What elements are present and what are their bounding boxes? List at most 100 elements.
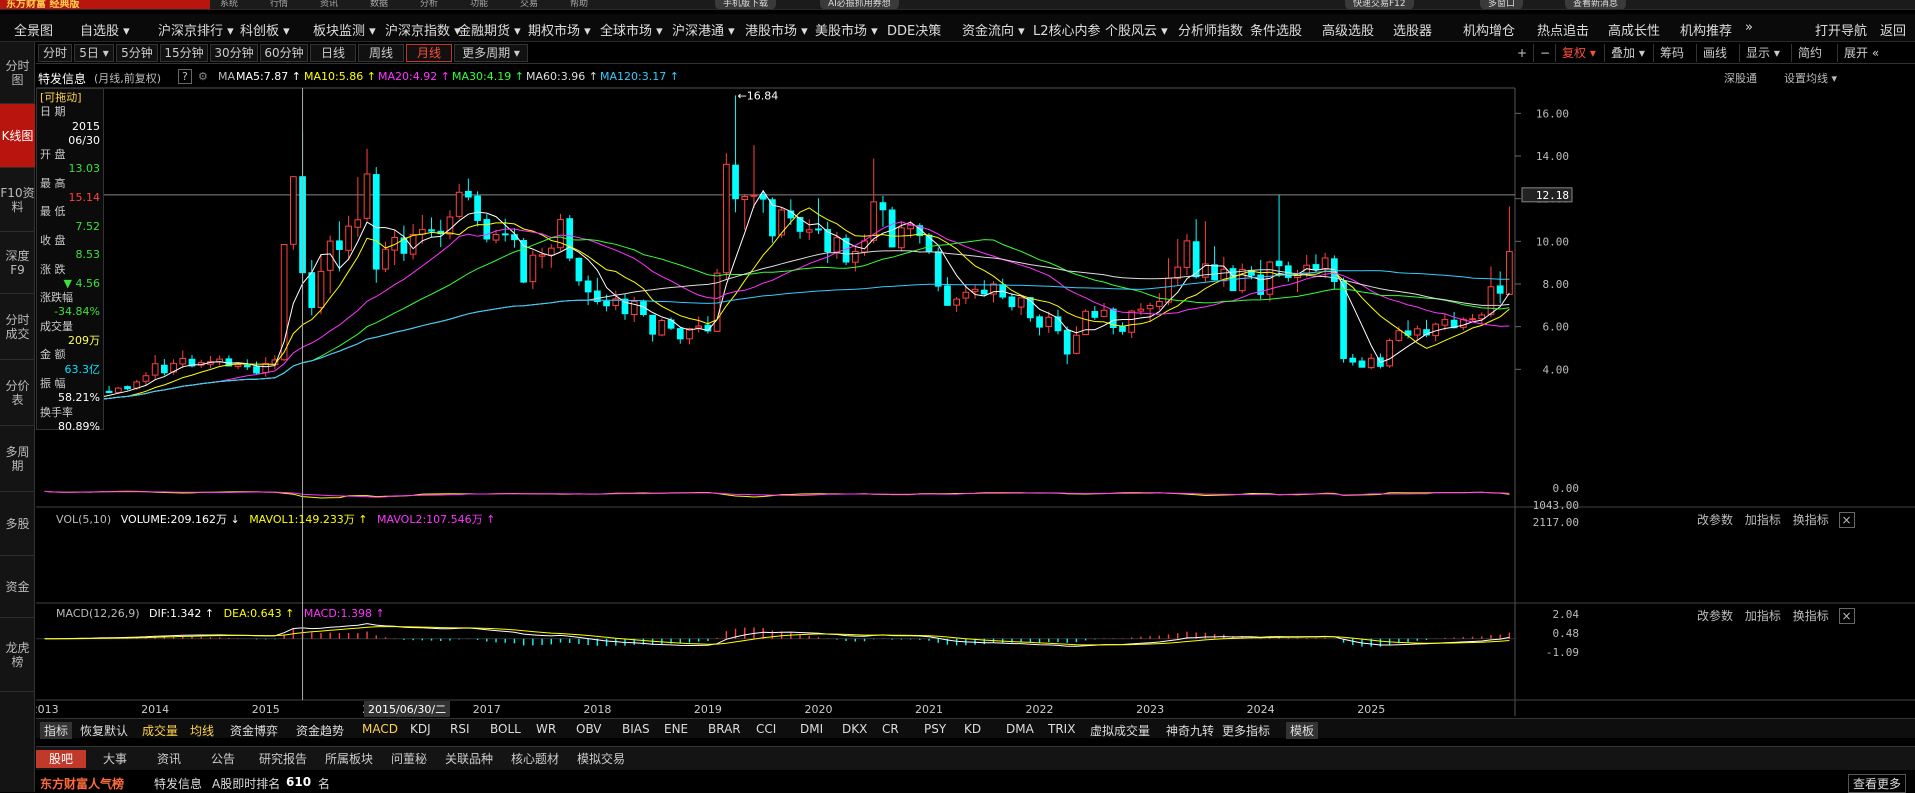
- vol-add-indicator[interactable]: 加指标: [1745, 513, 1781, 527]
- draw-line-button[interactable]: 画线: [1696, 44, 1727, 62]
- nav-analyst-index[interactable]: 分析师指数: [1178, 20, 1243, 39]
- nav-hotspot[interactable]: 热点追击: [1537, 20, 1589, 39]
- nav-open-navigation[interactable]: 打开导航: [1815, 20, 1867, 39]
- indicator-10[interactable]: WR: [536, 722, 556, 736]
- macd-edit-params[interactable]: 改参数: [1697, 609, 1733, 623]
- menu-news[interactable]: 资讯: [320, 0, 338, 9]
- bottom-tab-7[interactable]: 关联品种: [438, 750, 500, 768]
- side-tab-depth[interactable]: 深度F9: [0, 232, 35, 294]
- chips-button[interactable]: 筹码: [1653, 44, 1684, 62]
- menu-help[interactable]: 帮助: [570, 0, 588, 9]
- help-icon[interactable]: ?: [178, 69, 192, 84]
- close-icon[interactable]: ×: [1838, 512, 1855, 528]
- indicator-14[interactable]: BRAR: [708, 722, 741, 736]
- side-tab-kline[interactable]: K线图: [0, 104, 35, 168]
- nav-futures[interactable]: 金融期货 ▾: [458, 20, 521, 39]
- indicator-24[interactable]: 神奇九转: [1166, 722, 1214, 739]
- side-tab-dragon-tiger[interactable]: 龙虎榜: [0, 618, 35, 692]
- period-5day[interactable]: 5日 ▾: [74, 44, 114, 62]
- period-intraday[interactable]: 分时: [38, 44, 72, 62]
- bottom-tab-4[interactable]: 研究报告: [252, 750, 314, 768]
- period-daily[interactable]: 日线: [310, 44, 356, 62]
- nav-recommend[interactable]: 机构推荐: [1680, 20, 1732, 39]
- nav-sector-monitor[interactable]: 板块监测 ▾: [313, 20, 376, 39]
- nav-options[interactable]: 期权市场 ▾: [528, 20, 591, 39]
- zoom-out-button[interactable]: −: [1533, 44, 1550, 62]
- bottom-tab-3[interactable]: 公告: [198, 750, 248, 768]
- nav-hk-market[interactable]: 港股市场 ▾: [745, 20, 808, 39]
- indicator-11[interactable]: OBV: [576, 722, 602, 736]
- menu-analysis[interactable]: 分析: [420, 0, 438, 9]
- indicator-12[interactable]: BIAS: [622, 722, 650, 736]
- indicator-3[interactable]: 均线: [190, 722, 214, 739]
- indicator-13[interactable]: ENE: [664, 722, 688, 736]
- nav-l2[interactable]: L2核心内参: [1033, 20, 1101, 39]
- view-more-button[interactable]: 查看更多: [1848, 774, 1907, 793]
- multi-window-button[interactable]: 多窗口: [1480, 0, 1524, 9]
- nav-more-icon[interactable]: »: [1745, 20, 1753, 35]
- menu-quotes[interactable]: 行情: [270, 0, 288, 9]
- bottom-tab-2[interactable]: 资讯: [144, 750, 194, 768]
- zoom-in-button[interactable]: +: [1511, 44, 1527, 62]
- bottom-tab-6[interactable]: 问董秘: [384, 750, 434, 768]
- nav-us-market[interactable]: 美股市场 ▾: [815, 20, 878, 39]
- menu-function[interactable]: 功能: [470, 0, 488, 9]
- side-tab-price-table[interactable]: 分价表: [0, 360, 35, 426]
- side-tab-ticks[interactable]: 分时成交: [0, 294, 35, 360]
- indicator-8[interactable]: RSI: [450, 722, 470, 736]
- nav-dde[interactable]: DDE决策: [887, 20, 941, 39]
- period-weekly[interactable]: 周线: [358, 44, 404, 62]
- bottom-tab-8[interactable]: 核心题材: [504, 750, 566, 768]
- nav-advanced-screener[interactable]: 高级选股: [1322, 20, 1374, 39]
- nav-ranking[interactable]: 沪深京排行 ▾: [158, 20, 234, 39]
- side-tab-intraday[interactable]: 分时图: [0, 42, 35, 104]
- indicator-5[interactable]: 资金趋势: [296, 722, 344, 739]
- bottom-tab-9[interactable]: 模拟交易: [570, 750, 632, 768]
- indicator-26[interactable]: 模板: [1286, 722, 1319, 739]
- ma-settings-button[interactable]: 设置均线 ▾: [1784, 70, 1837, 86]
- kline-chart[interactable]: ←16.84←2.12 16.0014.0012.0010.008.006.00…: [36, 86, 1915, 716]
- nav-panorama[interactable]: 全景图: [14, 20, 53, 39]
- nav-stock-picker[interactable]: 选股器: [1393, 20, 1432, 39]
- nav-watchlist[interactable]: 自选股 ▾: [80, 20, 130, 39]
- bottom-tab-1[interactable]: 大事: [90, 750, 140, 768]
- indicator-20[interactable]: KD: [964, 722, 981, 736]
- macd-add-indicator[interactable]: 加指标: [1745, 609, 1781, 623]
- expand-button[interactable]: 展开 «: [1837, 44, 1879, 62]
- ai-promo-button[interactable]: AI必振抓用券想: [820, 0, 899, 9]
- menu-system[interactable]: 系统: [220, 0, 238, 9]
- indicator-15[interactable]: CCI: [756, 722, 776, 736]
- menu-trade[interactable]: 交易: [520, 0, 538, 9]
- bottom-tab-5[interactable]: 所属板块: [318, 750, 380, 768]
- period-5min[interactable]: 5分钟: [116, 44, 158, 62]
- menu-data[interactable]: 数据: [370, 0, 388, 9]
- simple-mode-button[interactable]: 简约: [1791, 44, 1822, 62]
- footer-stock[interactable]: 特发信息: [154, 775, 202, 792]
- display-button[interactable]: 显示 ▾: [1739, 44, 1780, 62]
- period-30min[interactable]: 30分钟: [210, 44, 258, 62]
- indicator-19[interactable]: PSY: [924, 722, 946, 736]
- new-messages-button[interactable]: 查看新消息: [1565, 0, 1627, 9]
- stock-connect-label[interactable]: 深股通: [1724, 70, 1757, 86]
- gear-icon[interactable]: ⚙: [198, 70, 208, 83]
- indicator-1[interactable]: 恢复默认: [80, 722, 128, 739]
- side-tab-funds[interactable]: 资金: [0, 556, 35, 618]
- period-15min[interactable]: 15分钟: [160, 44, 208, 62]
- nav-index[interactable]: 沪深京指数 ▾: [385, 20, 461, 39]
- period-60min[interactable]: 60分钟: [260, 44, 308, 62]
- mobile-download-button[interactable]: 手机版下载: [715, 0, 777, 9]
- indicator-21[interactable]: DMA: [1006, 722, 1034, 736]
- side-tab-multi-period[interactable]: 多周期: [0, 426, 35, 492]
- nav-institution-add[interactable]: 机构增仓: [1463, 20, 1515, 39]
- period-monthly[interactable]: 月线: [406, 44, 452, 62]
- nav-screener[interactable]: 条件选股: [1250, 20, 1302, 39]
- nav-global[interactable]: 全球市场 ▾: [600, 20, 663, 39]
- indicator-4[interactable]: 资金博弈: [230, 722, 278, 739]
- indicator-0[interactable]: 指标: [40, 722, 73, 739]
- indicator-18[interactable]: CR: [882, 722, 899, 736]
- overlay-button[interactable]: 叠加 ▾: [1604, 44, 1645, 62]
- bottom-tab-0[interactable]: 股吧: [36, 750, 86, 768]
- adjust-button[interactable]: 复权 ▾: [1555, 44, 1596, 62]
- side-tab-f10[interactable]: F10资料: [0, 168, 35, 232]
- nav-fund-flow[interactable]: 资金流向 ▾: [962, 20, 1025, 39]
